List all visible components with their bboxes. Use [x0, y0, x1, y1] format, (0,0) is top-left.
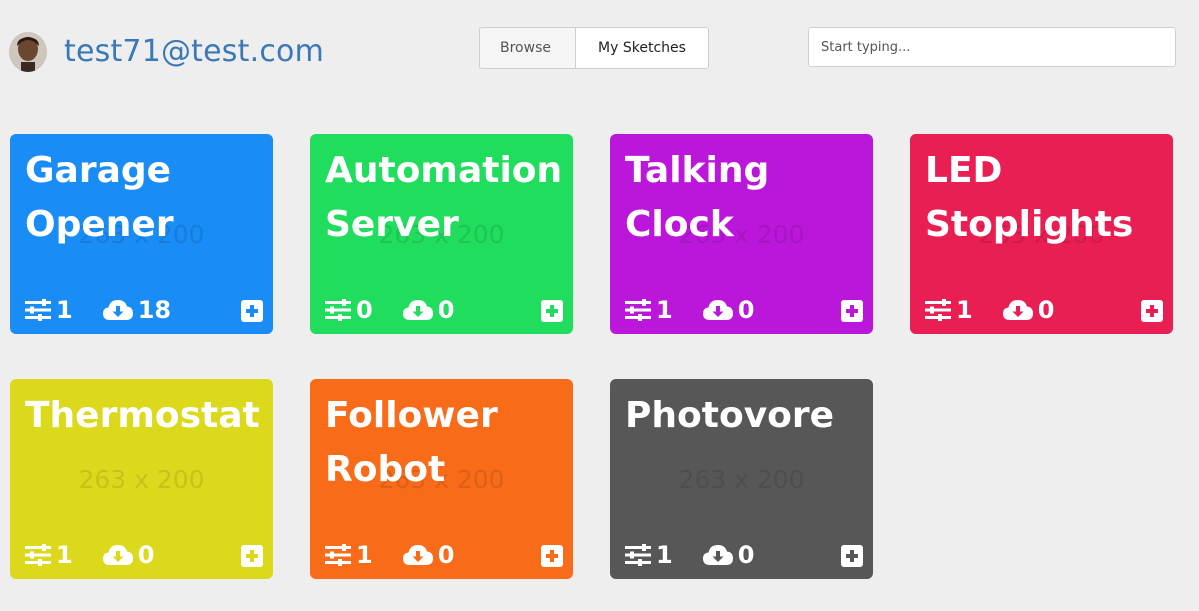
- sketch-stats: 10: [625, 541, 861, 569]
- controls-count: 1: [656, 296, 673, 324]
- controls-stat: 1: [925, 296, 973, 324]
- cloud-download-icon: [102, 545, 133, 565]
- downloads-count: 0: [137, 541, 155, 569]
- sketch-title-line-1: Photovore: [625, 395, 835, 436]
- tab-my-sketches[interactable]: My Sketches: [576, 28, 708, 68]
- controls-stat: 0: [325, 296, 373, 324]
- sketch-title-line-1: Follower: [325, 395, 498, 436]
- downloads-count: 0: [737, 541, 755, 569]
- user-avatar: [9, 32, 47, 72]
- sliders-icon: [25, 544, 51, 566]
- sketch-card[interactable]: 263 x 200 Garage Opener 1 18: [10, 134, 273, 334]
- sketch-title-line-1: LED: [925, 150, 1003, 191]
- sliders-icon: [625, 299, 651, 321]
- sketch-title-line-2: Robot: [325, 449, 446, 490]
- add-icon[interactable]: [841, 300, 863, 322]
- downloads-stat: 0: [102, 541, 155, 569]
- downloads-count: 0: [1037, 296, 1055, 324]
- cloud-download-icon: [402, 300, 433, 320]
- controls-stat: 1: [625, 541, 673, 569]
- controls-count: 1: [356, 541, 373, 569]
- controls-count: 1: [56, 541, 73, 569]
- placeholder-size-text: 263 x 200: [78, 465, 205, 494]
- sketch-title-line-1: Garage: [25, 150, 172, 191]
- cloud-download-icon: [102, 300, 133, 320]
- controls-count: 1: [656, 541, 673, 569]
- sketch-title-line-1: Talking: [625, 150, 770, 191]
- sketch-title-line-1: Automation: [325, 150, 563, 191]
- controls-stat: 1: [325, 541, 373, 569]
- sketch-title: Thermostat: [25, 389, 263, 443]
- downloads-stat: 18: [102, 296, 172, 324]
- sketch-card[interactable]: 263 x 200 Talking Clock 1 0: [610, 134, 873, 334]
- downloads-count: 0: [437, 541, 455, 569]
- sliders-icon: [325, 299, 351, 321]
- cloud-download-icon: [402, 545, 433, 565]
- add-icon[interactable]: [241, 545, 263, 567]
- sketch-title: Photovore: [625, 389, 863, 443]
- sketch-card[interactable]: 263 x 200 LED Stoplights 1 0: [910, 134, 1173, 334]
- sketch-title: Garage Opener: [25, 144, 263, 252]
- controls-count: 1: [56, 296, 73, 324]
- cloud-download-icon: [1002, 300, 1033, 320]
- sketch-card[interactable]: 263 x 200 Thermostat 1 0: [10, 379, 273, 579]
- sketch-stats: 10: [625, 296, 861, 324]
- sliders-icon: [325, 544, 351, 566]
- sketch-title-line-2: Server: [325, 204, 459, 245]
- downloads-count: 0: [437, 296, 455, 324]
- controls-count: 1: [956, 296, 973, 324]
- cloud-download-icon: [702, 545, 733, 565]
- downloads-stat: 0: [402, 296, 455, 324]
- add-icon[interactable]: [841, 545, 863, 567]
- sketch-title: LED Stoplights: [925, 144, 1163, 252]
- add-icon[interactable]: [1141, 300, 1163, 322]
- tab-browse[interactable]: Browse: [480, 28, 576, 68]
- downloads-count: 18: [137, 296, 172, 324]
- downloads-stat: 0: [402, 541, 455, 569]
- sketch-title: Talking Clock: [625, 144, 863, 252]
- sliders-icon: [25, 299, 51, 321]
- downloads-count: 0: [737, 296, 755, 324]
- sketch-stats: 00: [325, 296, 561, 324]
- user-email: test71@test.com: [64, 34, 325, 69]
- sketch-title-line-2: Stoplights: [925, 204, 1134, 245]
- cloud-download-icon: [702, 300, 733, 320]
- search-input[interactable]: [808, 27, 1176, 67]
- sketch-stats: 1 18: [25, 296, 261, 324]
- sketch-card[interactable]: 263 x 200 Photovore 1 0: [610, 379, 873, 579]
- sketch-stats: 10: [25, 541, 261, 569]
- sketch-stats: 10: [925, 296, 1161, 324]
- controls-count: 0: [356, 296, 373, 324]
- downloads-stat: 0: [702, 296, 755, 324]
- downloads-stat: 0: [1002, 296, 1055, 324]
- sketch-title: Automation Server: [325, 144, 563, 252]
- sketch-title-line-2: Clock: [625, 204, 734, 245]
- sketch-title-line-1: Thermostat: [25, 395, 260, 436]
- downloads-stat: 0: [702, 541, 755, 569]
- sketch-title: Follower Robot: [325, 389, 563, 497]
- controls-stat: 1: [625, 296, 673, 324]
- add-icon[interactable]: [541, 300, 563, 322]
- placeholder-size-text: 263 x 200: [678, 465, 805, 494]
- controls-stat: 1: [25, 541, 73, 569]
- sliders-icon: [925, 299, 951, 321]
- sketch-tabs: Browse My Sketches: [479, 27, 709, 69]
- add-icon[interactable]: [241, 300, 263, 322]
- controls-stat: 1: [25, 296, 73, 324]
- sliders-icon: [625, 544, 651, 566]
- sketch-stats: 10: [325, 541, 561, 569]
- sketch-card[interactable]: 263 x 200 Follower Robot 1 0: [310, 379, 573, 579]
- sketch-card[interactable]: 263 x 200 Automation Server 0 0: [310, 134, 573, 334]
- add-icon[interactable]: [541, 545, 563, 567]
- sketch-title-line-2: Opener: [25, 204, 174, 245]
